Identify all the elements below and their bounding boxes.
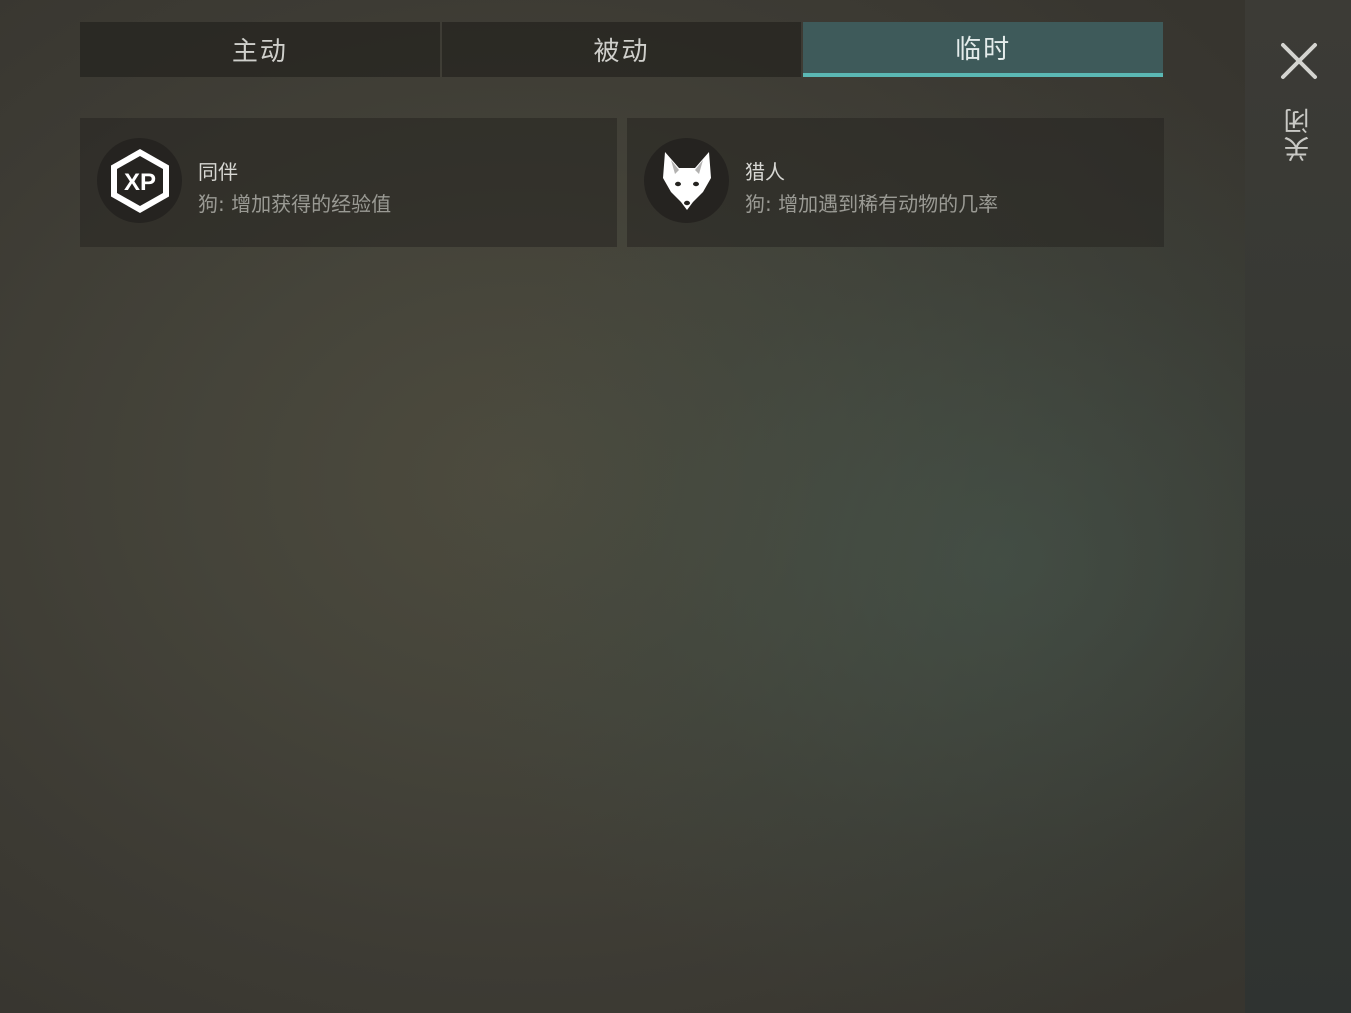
fox-head-icon	[644, 138, 729, 223]
close-icon	[1281, 43, 1317, 79]
tab-active[interactable]: 主动	[80, 22, 440, 77]
perk-card-companion[interactable]: XP 同伴 狗: 增加获得的经验值	[80, 118, 617, 247]
perk-description: 狗: 增加遇到稀有动物的几率	[745, 192, 999, 216]
perk-card-hunter[interactable]: 猎人 狗: 增加遇到稀有动物的几率	[627, 118, 1164, 247]
tab-bar: 主动 被动 临时	[80, 22, 1164, 77]
close-button[interactable]: 关闭	[1245, 0, 1351, 200]
close-label: 关闭	[1284, 106, 1314, 162]
perk-title: 猎人	[745, 160, 785, 184]
tab-passive[interactable]: 被动	[441, 22, 802, 77]
perk-title: 同伴	[198, 160, 238, 184]
xp-hexagon-icon: XP	[97, 138, 182, 223]
svg-text:XP: XP	[123, 169, 155, 196]
perk-list: XP 同伴 狗: 增加获得的经验值 猎人 狗: 增加遇到稀有动物的几率	[80, 118, 1164, 247]
close-panel: 关闭	[1245, 0, 1351, 1013]
perk-description: 狗: 增加获得的经验值	[198, 192, 392, 216]
tab-temporary[interactable]: 临时	[803, 22, 1164, 77]
